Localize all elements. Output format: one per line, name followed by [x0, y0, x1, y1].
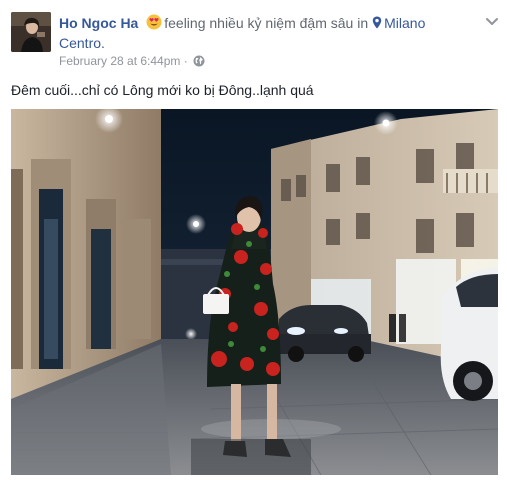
- map-pin-icon: [372, 14, 382, 29]
- place-name-line2: Centro.: [59, 35, 105, 51]
- post-meta: February 28 at 6:44pm ·: [59, 53, 205, 69]
- place-name-line1: Milano: [384, 15, 426, 31]
- heart-eyes-emoji-icon: [146, 14, 162, 30]
- globe-icon[interactable]: [193, 55, 205, 67]
- facebook-post: Ho Ngoc Ha feeling nhiều kỷ niệm đậm sâu…: [0, 0, 507, 484]
- timestamp-link[interactable]: February 28 at 6:44pm: [59, 54, 180, 68]
- post-caption: Đêm cuối...chỉ có Lông mới ko bị Đông..l…: [11, 82, 314, 98]
- author-name[interactable]: Ho Ngoc Ha: [59, 15, 138, 31]
- avatar[interactable]: [11, 12, 51, 52]
- feeling-text: feeling nhiều kỷ niệm đậm sâu: [164, 15, 354, 31]
- post-options-button[interactable]: [484, 13, 500, 29]
- post-photo[interactable]: [11, 109, 498, 475]
- meta-separator: ·: [183, 54, 188, 68]
- chevron-down-icon: [486, 18, 498, 25]
- in-text: in: [357, 15, 369, 31]
- post-header: Ho Ngoc Ha feeling nhiều kỷ niệm đậm sâu…: [59, 13, 459, 53]
